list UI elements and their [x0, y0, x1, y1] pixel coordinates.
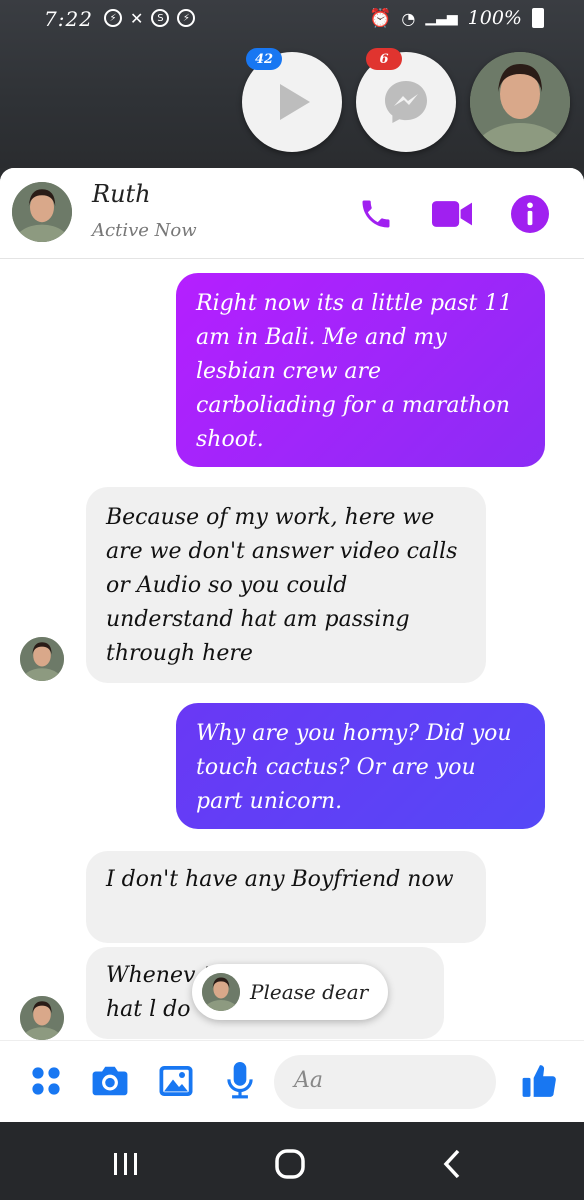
shazam-icon: S [151, 9, 170, 27]
home-button[interactable] [270, 1144, 310, 1184]
camera-button[interactable] [90, 1061, 130, 1101]
messenger-notification-icon: ⚡ [104, 9, 122, 27]
sender-avatar[interactable] [20, 637, 64, 681]
contact-photo-icon [20, 996, 64, 1040]
missed-call-icon: ✕ [130, 9, 144, 28]
like-button[interactable] [520, 1061, 560, 1101]
typing-preview-pill[interactable]: Please dear [192, 964, 388, 1020]
grid-dots-icon [32, 1067, 60, 1095]
avatar[interactable] [12, 182, 72, 242]
conversation-sheet: Ruth Active Now Right now its a little p… [0, 168, 584, 1122]
chat-head-play[interactable]: 42 [242, 48, 342, 152]
more-actions-button[interactable] [26, 1061, 66, 1101]
preview-text: Please dear [250, 980, 369, 1004]
message-bubble-incoming[interactable]: I don't have any Boyfriend now [86, 851, 486, 943]
chat-head-messenger[interactable]: 6 [356, 48, 456, 152]
info-icon [511, 195, 549, 233]
video-call-button[interactable] [432, 194, 472, 234]
microphone-icon [227, 1062, 253, 1099]
recent-apps-button[interactable] [106, 1144, 146, 1184]
back-button[interactable] [432, 1144, 472, 1184]
video-camera-icon [432, 201, 472, 227]
gallery-button[interactable] [156, 1061, 196, 1101]
alarm-icon: ⏰ [368, 7, 392, 29]
system-navigation-bar [0, 1122, 584, 1200]
contact-photo-icon [12, 182, 72, 242]
messenger-icon [385, 81, 427, 123]
sender-avatar[interactable] [20, 996, 64, 1040]
message-input[interactable]: Aa [274, 1055, 496, 1109]
message-bubble-outgoing[interactable]: Right now its a little past 11 am in Bal… [176, 273, 545, 467]
signal-icon: ▁▃▅ [425, 10, 458, 26]
contact-photo-icon [202, 973, 240, 1011]
thumbs-up-icon [522, 1065, 556, 1097]
message-composer: Aa [0, 1040, 584, 1122]
status-notification-icons: ⚡ ✕ S ⚡ [104, 9, 196, 28]
phone-icon [362, 200, 390, 228]
play-badge: 42 [246, 48, 282, 70]
battery-percent: 100% [467, 7, 522, 29]
camera-icon [92, 1066, 128, 1096]
conversation-header: Ruth Active Now [0, 168, 584, 259]
voice-record-button[interactable] [220, 1061, 260, 1101]
play-icon [280, 84, 310, 120]
home-icon [275, 1149, 305, 1179]
status-time: 7:22 [44, 7, 93, 31]
battery-icon [532, 8, 544, 28]
contact-name[interactable]: Ruth [92, 180, 151, 208]
image-icon [159, 1066, 193, 1096]
audio-call-button[interactable] [356, 194, 396, 234]
messenger-notification-icon-2: ⚡ [177, 9, 196, 27]
messenger-badge: 6 [366, 48, 402, 70]
message-bubble-incoming[interactable]: Because of my work, here we are we don't… [86, 487, 486, 683]
contact-photo-icon [20, 637, 64, 681]
chevron-left-icon [443, 1149, 460, 1179]
wifi-icon: ◔ [401, 8, 416, 28]
info-button[interactable] [510, 194, 550, 234]
message-bubble-outgoing[interactable]: Why are you horny? Did you touch cactus?… [176, 703, 545, 829]
contact-photo-icon [470, 52, 570, 152]
recent-apps-icon [114, 1153, 137, 1175]
status-bar: 7:22 ⚡ ✕ S ⚡ ⏰ ◔ ▁▃▅ 100% [0, 0, 584, 40]
contact-status: Active Now [92, 220, 197, 241]
status-right: ⏰ ◔ ▁▃▅ 100% [369, 7, 544, 29]
input-placeholder: Aa [294, 1068, 324, 1093]
chat-head-avatar[interactable] [470, 52, 570, 152]
avatar [202, 973, 240, 1011]
